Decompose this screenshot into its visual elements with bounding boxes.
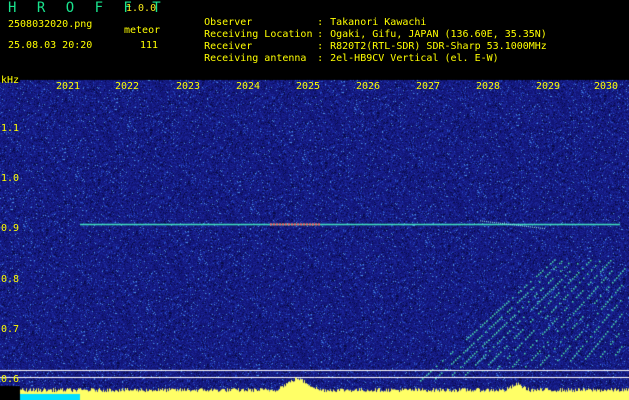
frequency-tick-label: 1.0: [1, 173, 20, 185]
filename: 2508032020.png: [8, 19, 93, 30]
frequency-tick-label: 0.6: [1, 374, 20, 385]
mode-label: meteor: [124, 25, 161, 36]
frequency-tick-label: 0.8: [1, 273, 20, 285]
app-version: 1.0.0: [126, 3, 157, 14]
info-antenna: Receiving antenna:2el-HB9CV Vertical (el…: [204, 53, 499, 64]
frequency-tick-label: 1.1: [1, 123, 20, 134]
time-tick-label: 2026: [356, 81, 381, 92]
frequency-tick-label: 0.9: [1, 223, 20, 235]
frequency-tick-label: 0.7: [1, 323, 20, 335]
frequency-unit-label: kHz: [1, 75, 20, 86]
time-tick-label: 2023: [176, 81, 201, 92]
time-tick-label: 2025: [296, 81, 321, 92]
time-tick-label: 2029: [536, 81, 561, 92]
time-tick-label: 2028: [476, 81, 501, 92]
time-tick-label: 2027: [416, 81, 441, 92]
meteor-count: 111: [140, 40, 159, 51]
time-tick-label: 2024: [236, 81, 261, 92]
spectrogram-canvas: [0, 74, 629, 400]
time-tick-label: 2021: [56, 81, 81, 92]
header: H R O F F T 1.0.0 2508032020.png meteor …: [0, 0, 629, 74]
spectrogram-plot: kHz 2021 2022 2023 2024 2025 2026 2027 2028 2029…: [0, 74, 629, 400]
time-tick-label: 2022: [115, 81, 140, 92]
time-tick-label: 2030: [594, 81, 619, 92]
datetime: 25.08.03 20:20: [8, 40, 93, 51]
